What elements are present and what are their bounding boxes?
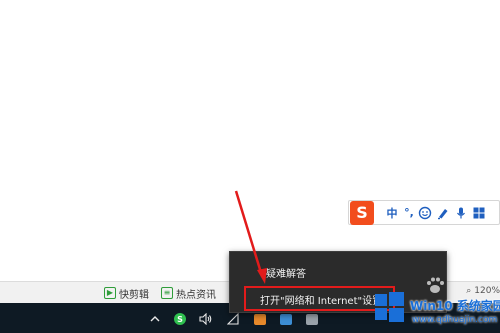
app-icon-blue[interactable] (279, 312, 293, 326)
skin-icon[interactable] (434, 202, 452, 224)
zoom-control[interactable]: ⌕ 120% (466, 286, 500, 296)
scissors-icon: ▶ (104, 287, 116, 299)
grid-icon[interactable] (470, 202, 488, 224)
app-icon-orange[interactable] (253, 312, 267, 326)
hot-news-button[interactable]: ≡ 热点资讯 (161, 286, 216, 301)
volume-icon[interactable] (199, 312, 213, 326)
menu-item-troubleshoot[interactable]: 疑难解答 (230, 261, 446, 283)
app-icon-gray[interactable] (305, 312, 319, 326)
ime-toolbar: S 中 °, (348, 200, 500, 225)
win10-logo-icon (375, 292, 404, 322)
network-icon[interactable] (226, 312, 240, 326)
sogou-tray-icon[interactable]: S (173, 312, 187, 326)
magnifier-icon: ⌕ (466, 286, 472, 296)
microphone-icon[interactable] (452, 202, 470, 224)
ime-mode-toggle[interactable]: 中 (382, 202, 402, 224)
chevron-up-icon[interactable] (148, 312, 162, 326)
news-icon: ≡ (161, 287, 173, 299)
quick-clip-button[interactable]: ▶ 快剪辑 (104, 286, 149, 301)
watermark-title: Win10 系统家园 (410, 299, 500, 313)
watermark-url: www.qdhuajin.com (412, 315, 498, 325)
emoji-icon[interactable] (416, 202, 434, 224)
sogou-logo-icon[interactable]: S (350, 200, 374, 225)
ime-punctuation-toggle[interactable]: °, (402, 202, 416, 224)
paw-watermark-icon (424, 274, 446, 296)
